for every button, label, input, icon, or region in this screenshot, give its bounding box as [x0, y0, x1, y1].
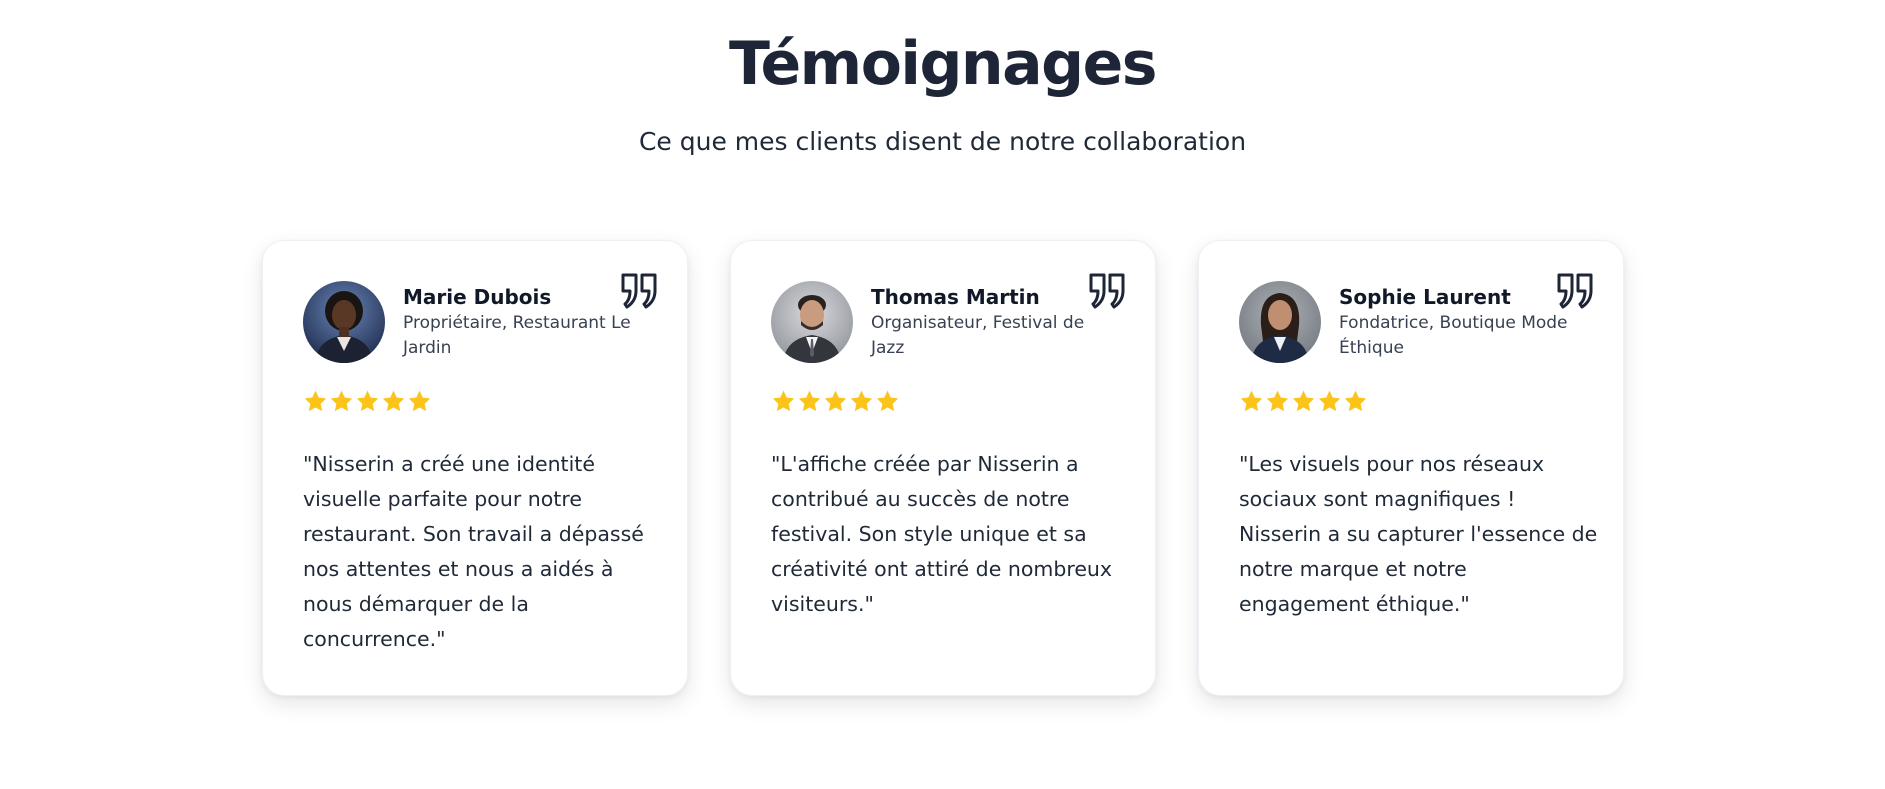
quote-icon	[1089, 273, 1125, 309]
star-icon	[330, 390, 353, 412]
star-icon	[850, 390, 873, 412]
avatar	[1239, 281, 1321, 363]
testimonial-card-marie-dubois: Marie Dubois Propriétaire, Restaurant Le…	[262, 240, 688, 696]
testimonial-text: "Les visuels pour nos réseaux sociaux so…	[1239, 452, 1598, 616]
star-icon	[408, 390, 431, 412]
star-icon	[304, 390, 327, 412]
star-icon	[1292, 390, 1315, 412]
star-icon	[1318, 390, 1341, 412]
star-icon	[772, 390, 795, 412]
client-role: Organisateur, Festival de Jazz	[871, 313, 1085, 358]
client-role: Propriétaire, Restaurant Le Jardin	[403, 313, 631, 358]
star-icon	[824, 390, 847, 412]
section-subtitle: Ce que mes clients disent de notre colla…	[638, 127, 1247, 156]
star-icon	[798, 390, 821, 412]
testimonial-text: "Nisserin a créé une identité visuelle p…	[303, 452, 644, 651]
testimonial-card-thomas-martin: Thomas Martin Organisateur, Festival de …	[730, 240, 1156, 696]
avatar	[771, 281, 853, 363]
client-role: Fondatrice, Boutique Mode Éthique	[1339, 313, 1568, 358]
avatar	[303, 281, 385, 363]
star-icon	[382, 390, 405, 412]
rating-stars	[771, 389, 900, 414]
section-title: Témoignages	[729, 29, 1157, 99]
rating-stars	[303, 389, 432, 414]
client-name: Thomas Martin	[871, 285, 1040, 309]
rating-stars	[1239, 389, 1368, 414]
testimonial-card-sophie-laurent: Sophie Laurent Fondatrice, Boutique Mode…	[1198, 240, 1624, 696]
client-name: Sophie Laurent	[1339, 285, 1511, 309]
star-icon	[1344, 390, 1367, 412]
client-name: Marie Dubois	[403, 285, 552, 309]
star-icon	[356, 390, 379, 412]
star-icon	[1266, 390, 1289, 412]
quote-icon	[1557, 273, 1593, 309]
quote-icon	[621, 273, 657, 309]
testimonial-cards: Marie Dubois Propriétaire, Restaurant Le…	[262, 240, 1624, 698]
testimonial-text: "L'affiche créée par Nisserin a contribu…	[771, 452, 1113, 616]
star-icon	[876, 390, 899, 412]
testimonials-section: Témoignages Ce que mes clients disent de…	[0, 0, 1885, 789]
star-icon	[1240, 390, 1263, 412]
